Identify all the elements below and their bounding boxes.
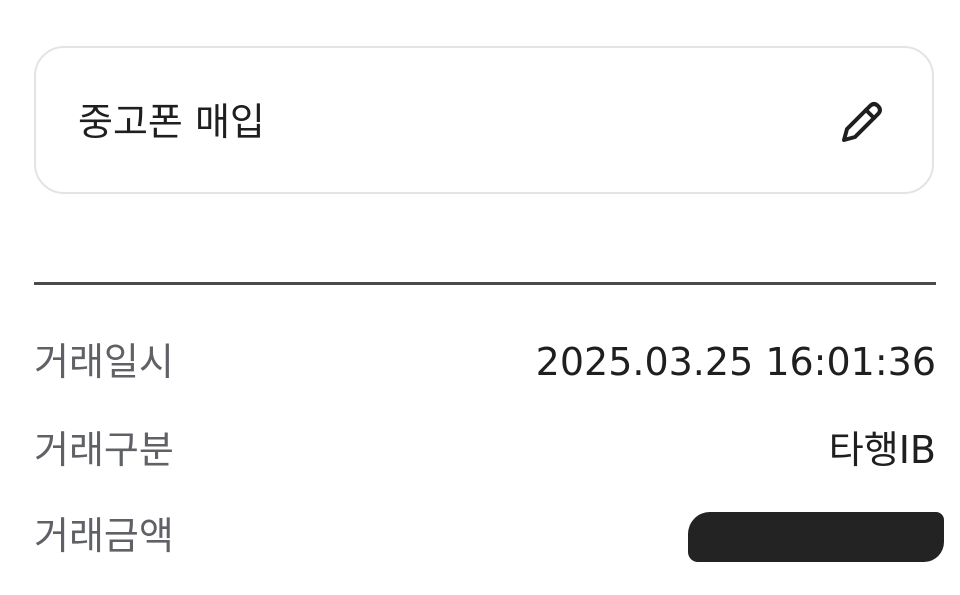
transaction-datetime-label: 거래일시: [34, 340, 174, 384]
detail-row-type: 거래구분 타행IB: [34, 424, 936, 476]
transaction-type-label: 거래구분: [34, 428, 174, 472]
pencil-icon: [842, 102, 882, 142]
detail-row-datetime: 거래일시 2025.03.25 16:01:36: [34, 336, 936, 388]
memo-text: 중고폰 매입: [78, 100, 265, 144]
transaction-type-value: 타행IB: [828, 428, 936, 472]
redacted-amount: [688, 512, 944, 562]
detail-row-amount: 거래금액: [34, 510, 944, 562]
transaction-amount-label: 거래금액: [34, 514, 174, 558]
section-divider: [34, 282, 936, 285]
transaction-datetime-value: 2025.03.25 16:01:36: [535, 340, 936, 384]
edit-memo-button[interactable]: [836, 96, 888, 148]
memo-card[interactable]: 중고폰 매입: [34, 46, 934, 194]
